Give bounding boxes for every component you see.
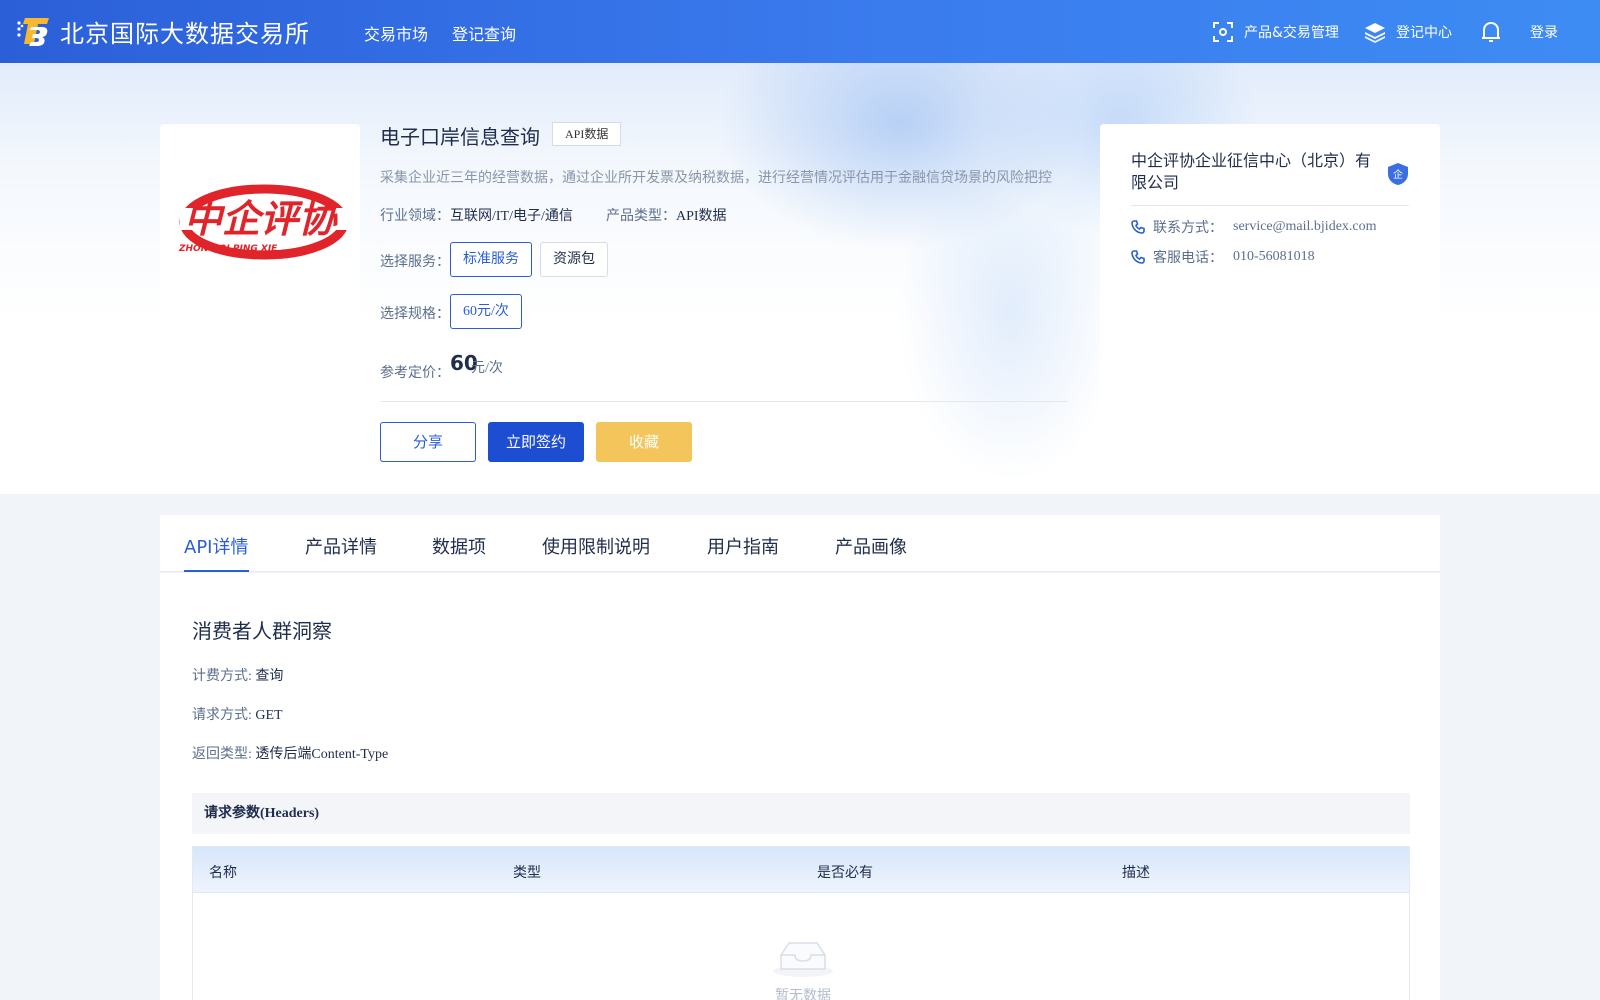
service-option-standard[interactable]: 标准服务 — [450, 242, 532, 277]
price-label: 参考定价： — [380, 366, 450, 381]
tab-product-profile[interactable]: 产品画像 — [835, 533, 907, 559]
params-table: 名称 类型 是否必有 描述 暂无数据 — [192, 846, 1410, 1000]
provider-name[interactable]: 中企评协企业征信中心（北京）有限公司 — [1131, 150, 1381, 194]
nav-registration-query[interactable]: 登记查询 — [452, 21, 516, 45]
phone-icon — [1131, 220, 1145, 234]
product-type-badge: API数据 — [552, 122, 622, 146]
notifications-button[interactable] — [1480, 0, 1512, 63]
nav-trading-market[interactable]: 交易市场 — [364, 21, 428, 45]
provider-logo: 中企评协 ZHONG QI PING XIE — [178, 184, 350, 260]
tab-product-detail[interactable]: 产品详情 — [305, 533, 377, 559]
service-option-package[interactable]: 资源包 — [540, 242, 608, 277]
phone-label: 客服电话： — [1153, 251, 1223, 266]
return-type-row: 返回类型: 透传后端Content-Type — [192, 743, 388, 763]
svg-text:ZHONG QI PING XIE: ZHONG QI PING XIE — [178, 244, 278, 254]
scan-icon — [1213, 21, 1233, 42]
sign-now-button[interactable]: 立即签约 — [488, 422, 584, 462]
share-button[interactable]: 分享 — [380, 422, 476, 462]
industry-field: 行业领域：互联网/IT/电子/通信 — [380, 205, 573, 225]
industry-label: 行业领域： — [380, 209, 450, 224]
detail-tabs: API详情 产品详情 数据项 使用限制说明 用户指南 产品画像 — [160, 515, 1440, 572]
contact-email[interactable]: service@mail.bjidex.com — [1233, 219, 1377, 235]
phone-icon — [1131, 250, 1145, 264]
billing-value: 查询 — [255, 669, 284, 684]
tab-usage-limits[interactable]: 使用限制说明 — [542, 533, 650, 559]
product-mgmt-label: 产品&交易管理 — [1244, 24, 1339, 41]
logo-icon[interactable] — [16, 15, 52, 47]
register-center-label: 登记中心 — [1396, 24, 1452, 41]
contact-phone-row: 客服电话： 010-56081018 — [1131, 247, 1315, 267]
industry-value: 互联网/IT/电子/通信 — [450, 209, 573, 224]
column-required: 是否必有 — [817, 866, 873, 881]
provider-card: 中企评协企业征信中心（北京）有限公司 企 联系方式： service@mail.… — [1100, 124, 1440, 494]
spec-option[interactable]: 60元/次 — [450, 294, 522, 329]
register-center-link[interactable]: 登记中心 — [1364, 0, 1452, 63]
product-type-field: 产品类型：API数据 — [606, 205, 727, 225]
product-description: 采集企业近三年的经营数据，通过企业所开发票及纳税数据，进行经营情况评估用于金融信… — [380, 171, 1052, 186]
spec-label: 选择规格： — [380, 307, 450, 322]
empty-state-text: 暂无数据 — [775, 989, 831, 1000]
column-description: 描述 — [1122, 866, 1150, 881]
column-type: 类型 — [513, 866, 541, 881]
tab-data-items[interactable]: 数据项 — [432, 533, 486, 559]
method-label: 请求方式: — [192, 708, 252, 723]
contact-email-row: 联系方式： service@mail.bjidex.com — [1131, 217, 1377, 237]
contact-label: 联系方式： — [1153, 221, 1223, 236]
request-params-header: 请求参数(Headers) — [192, 793, 1410, 834]
service-label: 选择服务： — [380, 255, 450, 270]
billing-row: 计费方式: 查询 — [192, 665, 283, 685]
bell-icon — [1482, 21, 1500, 42]
tab-user-guide[interactable]: 用户指南 — [707, 533, 779, 559]
tab-api-detail[interactable]: API详情 — [184, 533, 248, 559]
empty-box-icon — [773, 942, 833, 977]
favorite-button[interactable]: 收藏 — [596, 422, 692, 462]
active-tab-indicator — [184, 570, 249, 572]
shield-badge-icon: 企 — [1388, 163, 1408, 185]
top-navbar: 北京国际大数据交易所 交易市场 登记查询 产品&交易管理 登记中心 登录 — [0, 0, 1600, 63]
return-type-value: 透传后端Content-Type — [255, 747, 389, 762]
api-title: 消费者人群洞察 — [192, 619, 332, 643]
layers-icon — [1365, 22, 1385, 43]
method-value: GET — [255, 708, 283, 723]
phone-number[interactable]: 010-56081018 — [1233, 249, 1315, 265]
svg-text:中企评协: 中企评协 — [184, 197, 338, 241]
return-type-label: 返回类型: — [192, 747, 252, 762]
method-row: 请求方式: GET — [192, 704, 283, 724]
api-detail-panel: 消费者人群洞察 计费方式: 查询 请求方式: GET 返回类型: 透传后端Con… — [160, 573, 1440, 1000]
product-mgmt-link[interactable]: 产品&交易管理 — [1212, 0, 1339, 63]
product-title: 电子口岸信息查询 — [380, 125, 540, 149]
product-logo-card: 中企评协 ZHONG QI PING XIE — [160, 124, 360, 324]
product-hero: 中企评协 ZHONG QI PING XIE 电子口岸信息查询 API数据 采集… — [0, 63, 1600, 494]
login-label: 登录 — [1530, 24, 1558, 41]
price-unit: 元/次 — [471, 361, 503, 376]
hero-divider — [380, 401, 1068, 402]
provider-divider — [1131, 205, 1409, 206]
product-type-label: 产品类型： — [606, 209, 676, 224]
login-link[interactable]: 登录 — [1530, 0, 1558, 63]
table-header: 名称 类型 是否必有 描述 — [193, 847, 1409, 893]
site-name[interactable]: 北京国际大数据交易所 — [60, 14, 310, 49]
billing-label: 计费方式: — [192, 669, 252, 684]
column-name: 名称 — [209, 866, 237, 881]
product-type-value: API数据 — [676, 209, 727, 224]
svg-text:企: 企 — [1393, 168, 1403, 181]
